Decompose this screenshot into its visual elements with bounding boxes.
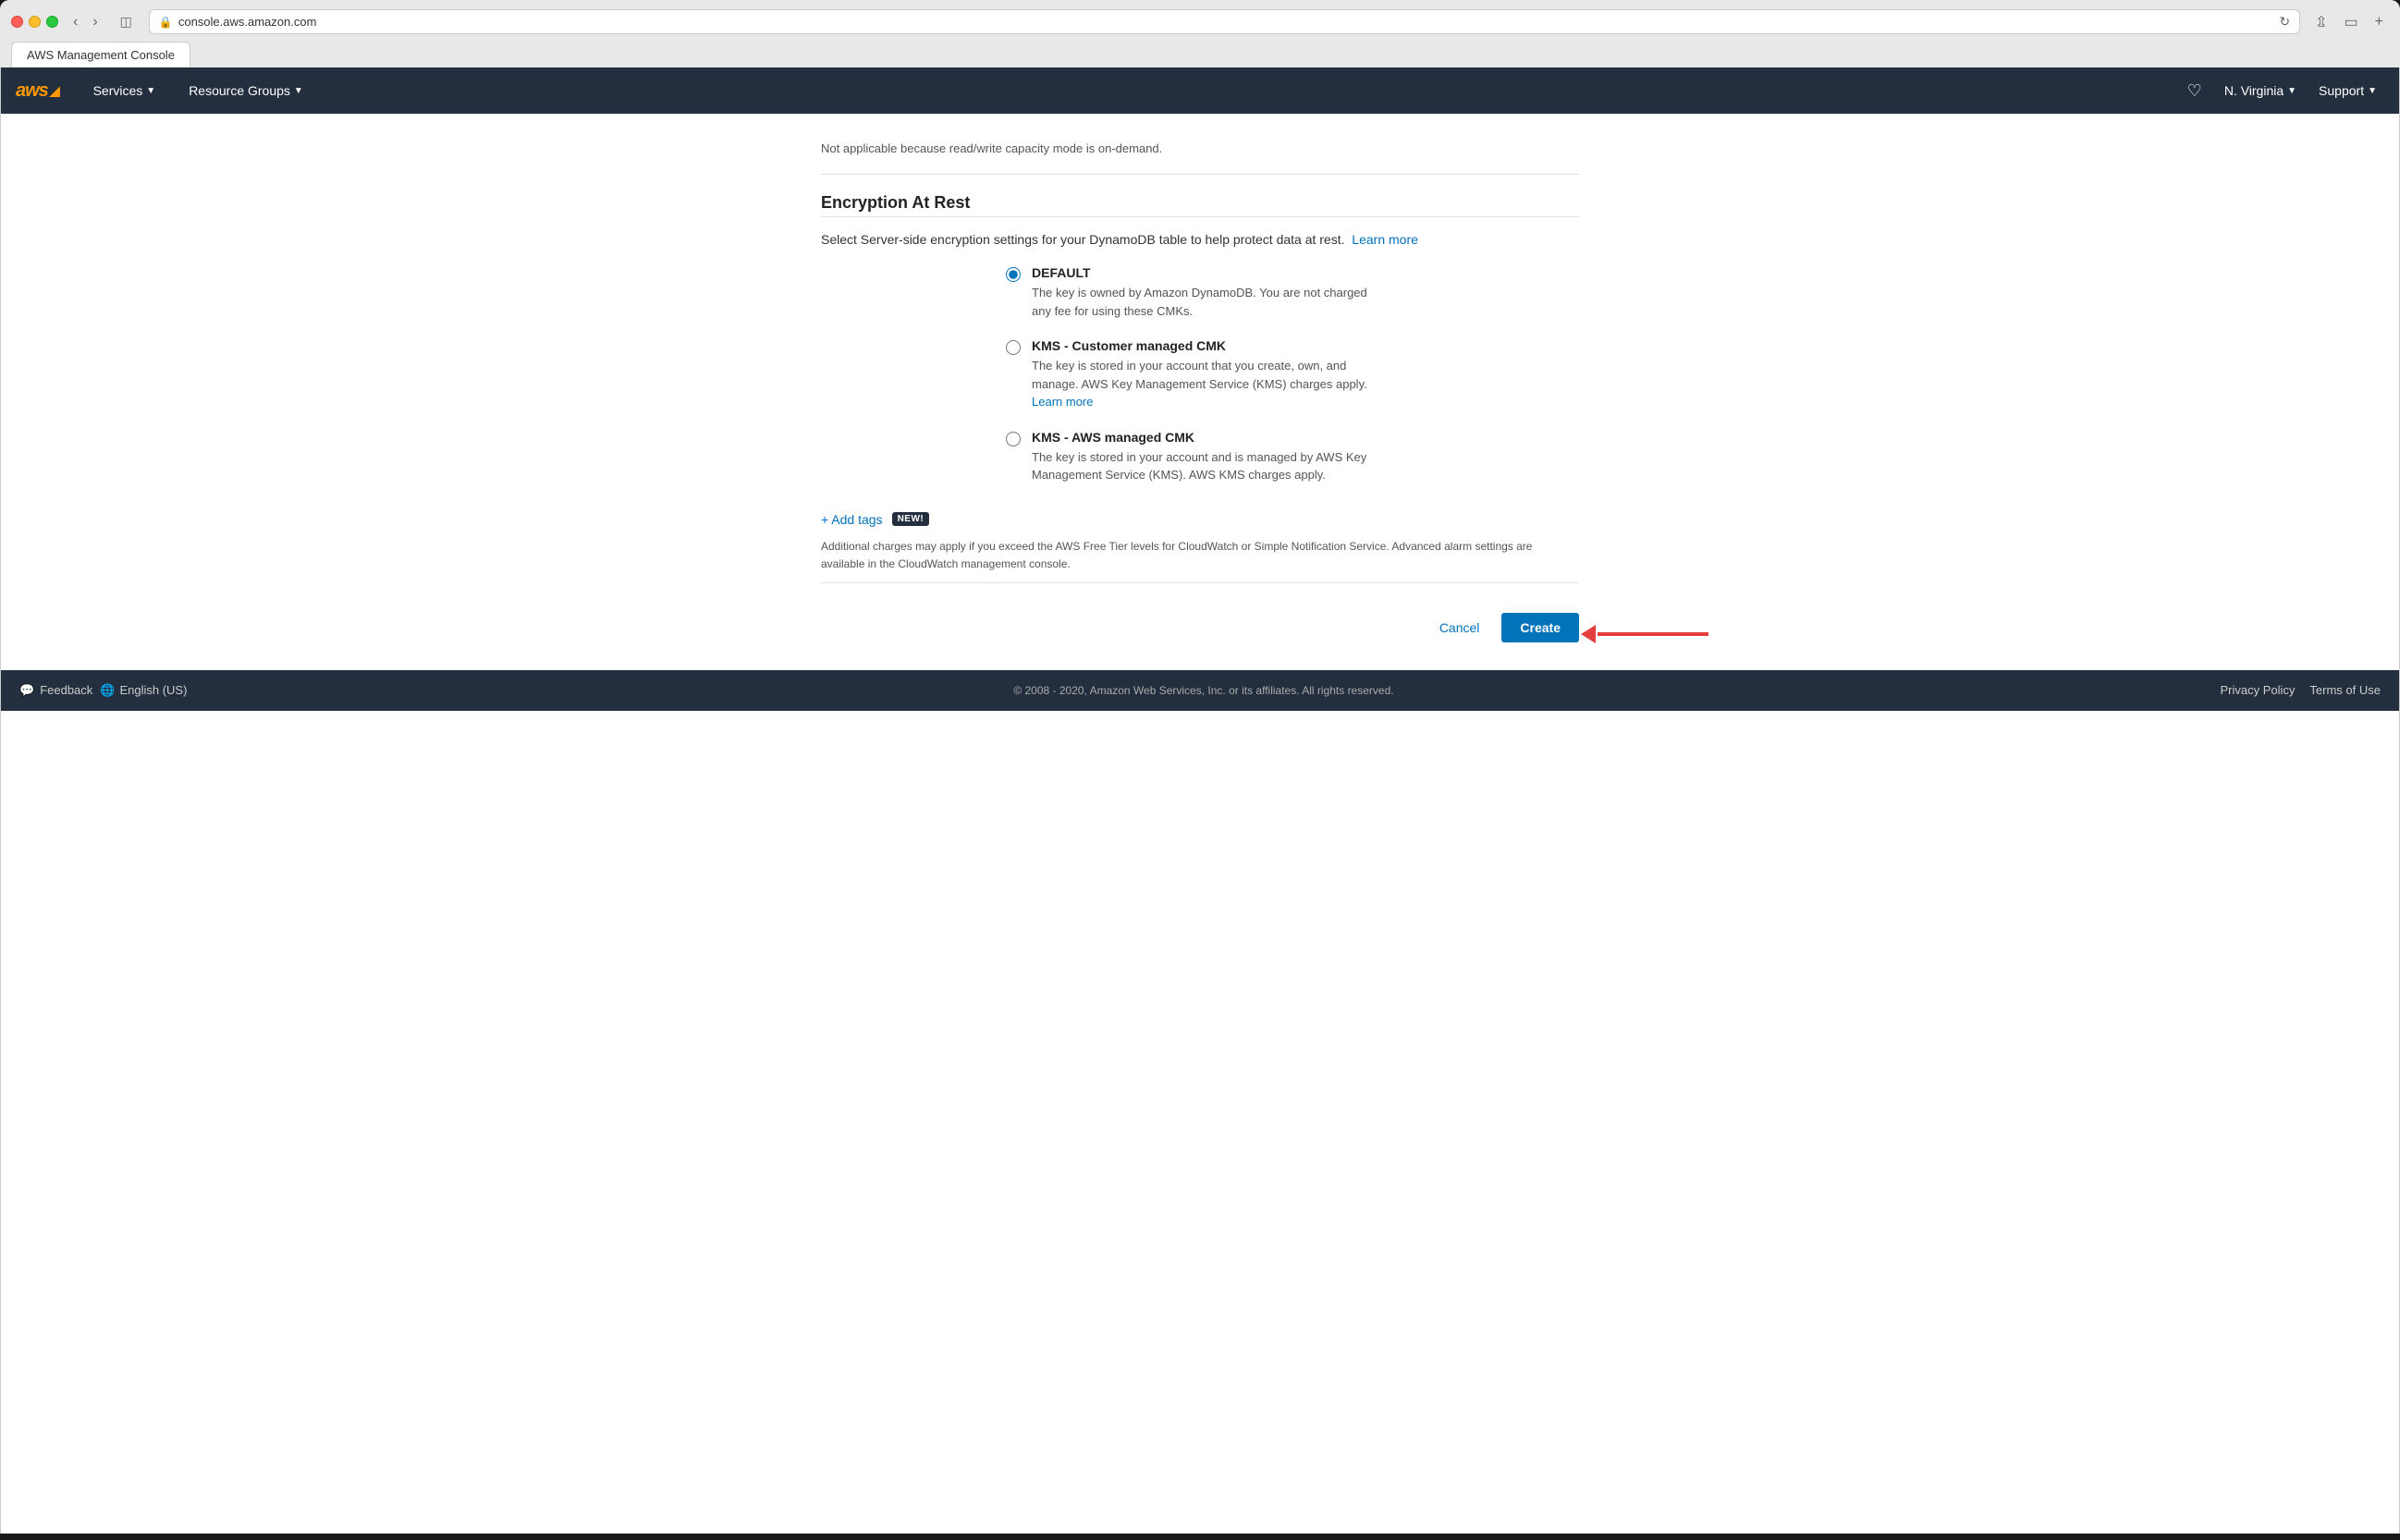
radio-group: DEFAULT The key is owned by Amazon Dynam… (1006, 265, 1579, 484)
tab-view-button[interactable]: ◫ (113, 12, 140, 31)
radio-kms-customer-input[interactable] (1006, 340, 1021, 355)
radio-kms-aws-content: KMS - AWS managed CMK The key is stored … (1032, 430, 1383, 484)
browser-titlebar: ‹ › ◫ 🔒 ↻ ⇫ ▭ + (11, 9, 2389, 34)
radio-kms-customer-label: KMS - Customer managed CMK (1032, 338, 1383, 353)
footer-right: Privacy Policy Terms of Use (2221, 683, 2382, 697)
aws-navbar: aws ◢ Services ▼ Resource Groups ▼ ♡ N. … (1, 67, 2399, 114)
traffic-lights (11, 16, 58, 28)
radio-kms-aws-label: KMS - AWS managed CMK (1032, 430, 1383, 445)
learn-more-link[interactable]: Learn more (1352, 232, 1418, 247)
language-label: English (US) (119, 683, 187, 697)
services-chevron-icon: ▼ (146, 86, 155, 96)
aws-logo: aws ◢ (16, 80, 60, 102)
arrow-indicator (1581, 625, 1708, 643)
section-divider (821, 216, 1579, 217)
resource-groups-chevron-icon: ▼ (294, 86, 303, 96)
active-tab[interactable]: AWS Management Console (11, 42, 190, 67)
cancel-button[interactable]: Cancel (1428, 615, 1491, 641)
globe-icon: 🌐 (100, 683, 115, 698)
services-menu-button[interactable]: Services ▼ (86, 67, 164, 114)
radio-kms-customer-description: The key is stored in your account that y… (1032, 357, 1383, 411)
resource-groups-label: Resource Groups (189, 83, 290, 98)
radio-kms-aws-input[interactable] (1006, 432, 1021, 446)
add-tab-button[interactable]: + (2369, 12, 2389, 32)
minimize-button[interactable] (29, 16, 41, 28)
browser-tabs: AWS Management Console (11, 42, 2389, 67)
address-bar-container: 🔒 ↻ (149, 9, 2300, 34)
add-tags-row: + Add tags NEW! (821, 503, 1579, 527)
region-chevron-icon: ▼ (2287, 86, 2296, 96)
reload-button[interactable]: ↻ (2279, 14, 2290, 30)
content-wrapper: Not applicable because read/write capaci… (645, 114, 1755, 670)
feedback-button[interactable]: 💬 Feedback (19, 683, 92, 698)
support-label: Support (2319, 83, 2364, 98)
language-button[interactable]: 🌐 English (US) (100, 683, 187, 698)
resource-groups-menu-button[interactable]: Resource Groups ▼ (181, 67, 311, 114)
feedback-label: Feedback (40, 683, 92, 697)
services-label: Services (93, 83, 143, 98)
radio-option-kms-aws: KMS - AWS managed CMK The key is stored … (1006, 430, 1579, 484)
arrow-line (1598, 632, 1708, 636)
lock-icon: 🔒 (159, 16, 173, 29)
notifications-button[interactable]: ♡ (2180, 78, 2210, 104)
feedback-chat-icon: 💬 (19, 683, 34, 698)
radio-kms-aws-description: The key is stored in your account and is… (1032, 448, 1383, 484)
region-label: N. Virginia (2224, 83, 2284, 98)
radio-default-label: DEFAULT (1032, 265, 1383, 280)
page-content: Not applicable because read/write capaci… (784, 114, 1616, 670)
add-tags-button[interactable]: + Add tags (821, 512, 883, 527)
support-menu-button[interactable]: Support ▼ (2311, 83, 2384, 98)
aws-footer: 💬 Feedback 🌐 English (US) © 2008 - 2020,… (1, 670, 2399, 711)
radio-default-input[interactable] (1006, 267, 1021, 282)
radio-default-content: DEFAULT The key is owned by Amazon Dynam… (1032, 265, 1383, 320)
footer-left: 💬 Feedback 🌐 English (US) (19, 683, 187, 698)
kms-customer-learn-more-link[interactable]: Learn more (1032, 395, 1093, 409)
nav-buttons: ‹ › (67, 12, 104, 32)
close-button[interactable] (11, 16, 23, 28)
create-button[interactable]: Create (1501, 613, 1579, 642)
browser-chrome: ‹ › ◫ 🔒 ↻ ⇫ ▭ + AWS Management Console (0, 0, 2400, 67)
terms-of-use-link[interactable]: Terms of Use (2309, 683, 2381, 697)
arrow-head (1581, 625, 1596, 643)
browser-actions: ⇫ ▭ + (2309, 11, 2389, 33)
region-menu-button[interactable]: N. Virginia ▼ (2217, 83, 2304, 98)
radio-option-kms-customer: KMS - Customer managed CMK The key is st… (1006, 338, 1579, 411)
share-button[interactable]: ⇫ (2309, 11, 2333, 33)
back-button[interactable]: ‹ (67, 12, 83, 32)
form-divider (821, 582, 1579, 583)
main-window: aws ◢ Services ▼ Resource Groups ▼ ♡ N. … (0, 67, 2400, 1534)
radio-kms-customer-content: KMS - Customer managed CMK The key is st… (1032, 338, 1383, 411)
section-title: Encryption At Rest (821, 193, 1579, 213)
address-bar[interactable] (178, 15, 2274, 29)
forward-button[interactable]: › (87, 12, 103, 32)
footer-copyright: © 2008 - 2020, Amazon Web Services, Inc.… (205, 684, 2201, 697)
privacy-policy-link[interactable]: Privacy Policy (2221, 683, 2296, 697)
nav-right: ♡ N. Virginia ▼ Support ▼ (2180, 78, 2384, 104)
support-chevron-icon: ▼ (2368, 86, 2377, 96)
not-applicable-notice: Not applicable because read/write capaci… (821, 132, 1579, 175)
radio-option-default: DEFAULT The key is owned by Amazon Dynam… (1006, 265, 1579, 320)
new-tab-button[interactable]: ▭ (2339, 11, 2364, 33)
radio-default-description: The key is owned by Amazon DynamoDB. You… (1032, 284, 1383, 320)
charges-notice: Additional charges may apply if you exce… (821, 538, 1542, 573)
action-row: Cancel Create (821, 598, 1579, 670)
section-description: Select Server-side encryption settings f… (821, 232, 1579, 247)
new-badge: NEW! (892, 512, 930, 526)
maximize-button[interactable] (46, 16, 58, 28)
